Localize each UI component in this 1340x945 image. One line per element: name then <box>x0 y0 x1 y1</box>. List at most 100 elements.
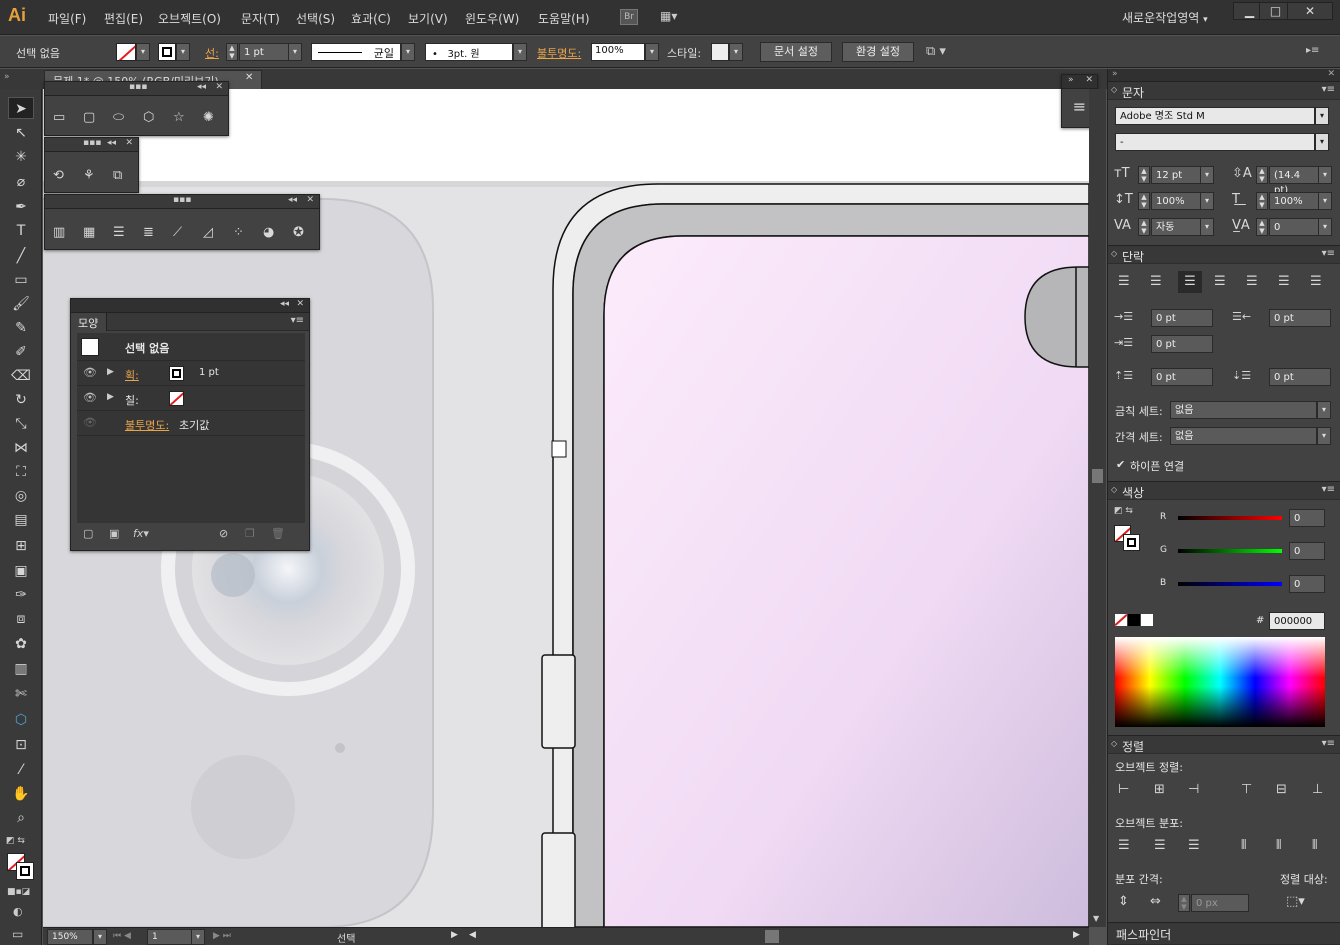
column-graph-tool-icon[interactable]: ▥ <box>8 658 34 680</box>
appearance-stroke-swatch[interactable] <box>169 366 184 381</box>
space-after-field[interactable]: 0 pt <box>1269 368 1331 386</box>
horizontal-scale-dropdown[interactable]: ▾ <box>1318 192 1332 210</box>
color-spectrum[interactable] <box>1115 637 1325 727</box>
font-style-field[interactable]: - <box>1115 133 1315 151</box>
align-left-icon[interactable]: ☰ <box>1118 274 1130 289</box>
kinsoku-select[interactable]: 없음 <box>1170 401 1317 419</box>
document-setup-button[interactable]: 문서 설정 <box>760 42 832 62</box>
graphic-style-dropdown[interactable]: ▾ <box>729 43 743 61</box>
status-menu-icon[interactable]: ▶ <box>451 930 458 940</box>
pathfinder-panel-header[interactable]: 패스파인더 <box>1108 922 1340 945</box>
artboard-dropdown[interactable]: ▾ <box>191 929 205 945</box>
white-swatch[interactable] <box>1141 614 1153 626</box>
align-panel-header[interactable]: ◇ 정렬 ▾≡ <box>1108 735 1340 754</box>
control-menu-icon[interactable]: ▸≡ <box>1306 45 1319 56</box>
font-style-dropdown[interactable]: ▾ <box>1315 133 1329 151</box>
menu-edit[interactable]: 편집(E) <box>104 10 143 27</box>
artboard-field[interactable]: 1 <box>147 929 193 945</box>
selection-tool-icon[interactable]: ➤ <box>8 97 34 119</box>
stroke-weight-stepper[interactable]: ▲ ▼ <box>226 43 238 61</box>
kerning-dropdown[interactable]: ▾ <box>1200 218 1214 236</box>
magic-wand-tool-icon[interactable]: ✳ <box>8 146 34 168</box>
add-effect-button[interactable]: fx▾ <box>133 527 149 540</box>
mojikumi-select[interactable]: 없음 <box>1170 427 1317 445</box>
twirl-icon[interactable]: ⚘ <box>83 168 95 183</box>
fill-dropdown[interactable]: ▾ <box>136 43 150 61</box>
arrange-documents-icon[interactable]: ▦▾ <box>660 9 688 25</box>
warp-icon[interactable]: ⟲ <box>53 168 64 183</box>
color-panel-header[interactable]: ◇ 색상 ▾≡ <box>1108 481 1340 500</box>
shape-builder-tool-icon[interactable]: ◎ <box>8 485 34 507</box>
area-graph-icon[interactable]: ◿ <box>203 225 213 240</box>
first-line-indent-field[interactable]: 0 pt <box>1151 335 1213 353</box>
document-tab-close-icon[interactable]: ✕ <box>245 72 253 83</box>
color-menu-icon[interactable]: ▾≡ <box>1322 484 1335 495</box>
menu-object[interactable]: 오브젝트(O) <box>158 10 221 27</box>
left-indent-field[interactable]: 0 pt <box>1151 309 1213 327</box>
menu-select[interactable]: 선택(S) <box>296 10 335 27</box>
line-tool-icon[interactable]: ╱ <box>8 245 34 267</box>
star-icon[interactable]: ☆ <box>173 110 185 125</box>
brush-select[interactable]: • 3pt. 원 <box>425 43 513 61</box>
r-field[interactable]: 0 <box>1289 509 1325 527</box>
hyphenate-checkbox[interactable]: ✔ <box>1116 458 1125 471</box>
blob-brush-tool-icon[interactable]: ✐ <box>8 341 34 363</box>
fill-expand-icon[interactable]: ▶ <box>107 392 114 402</box>
rectangle-icon[interactable]: ▭ <box>53 110 65 125</box>
horizontal-align-right-icon[interactable]: ⊣ <box>1188 782 1199 797</box>
black-swatch[interactable] <box>1128 614 1140 626</box>
crystallize-icon[interactable]: ⧉ <box>113 168 122 183</box>
menu-help[interactable]: 도움말(H) <box>538 10 590 27</box>
horizontal-distribute-center-icon[interactable]: ⫴ <box>1276 838 1281 853</box>
hand-tool-icon[interactable]: ✋ <box>8 783 34 805</box>
character-panel-header[interactable]: ◇ 문자 ▾≡ <box>1108 81 1340 100</box>
rounded-rectangle-icon[interactable]: ▢ <box>83 110 95 125</box>
justify-center-icon[interactable]: ☰ <box>1246 274 1258 289</box>
dock-collapse-icon[interactable]: » <box>1112 69 1118 79</box>
screen-mode-icon[interactable]: ▭ <box>12 927 23 941</box>
color-mode-icons[interactable]: ■▪◪ <box>7 887 30 897</box>
horizontal-distribute-right-icon[interactable]: ⫴ <box>1312 838 1317 853</box>
scale-tool-icon[interactable]: ⤡ <box>8 413 34 435</box>
leading-stepper[interactable]: ▲ ▼ <box>1256 166 1268 184</box>
appearance-fill-label[interactable]: 칠: <box>125 392 139 408</box>
paintbrush-tool-icon[interactable]: 🖌 <box>8 293 34 315</box>
stroke-label[interactable]: 선: <box>205 45 219 61</box>
add-fill-icon[interactable]: ▣ <box>109 527 119 540</box>
r-slider[interactable] <box>1178 516 1282 520</box>
character-menu-icon[interactable]: ▾≡ <box>1322 84 1335 95</box>
radar-graph-icon[interactable]: ✪ <box>293 225 304 240</box>
scroll-left-icon[interactable]: ◀ <box>469 930 476 940</box>
hex-field[interactable]: 000000 <box>1269 612 1325 630</box>
horizontal-scroll-thumb[interactable] <box>765 930 779 943</box>
free-transform-tool-icon[interactable]: ⛶ <box>8 461 34 483</box>
menu-effect[interactable]: 효과(C) <box>351 10 391 27</box>
workspace-switcher[interactable]: 새로운작업영역 ▾ <box>1122 9 1208 26</box>
mojikumi-dropdown[interactable]: ▾ <box>1317 427 1331 445</box>
vertical-scroll-thumb[interactable] <box>1092 469 1103 483</box>
font-family-dropdown[interactable]: ▾ <box>1315 107 1329 125</box>
zoom-field[interactable]: 150% <box>47 929 93 945</box>
direct-selection-tool-icon[interactable]: ↖ <box>8 122 34 144</box>
tracking-field[interactable]: 0 <box>1269 218 1319 236</box>
fill-swatch[interactable] <box>116 43 136 61</box>
dock-close-icon[interactable]: ✕ <box>1327 69 1335 79</box>
menu-view[interactable]: 보기(V) <box>408 10 448 27</box>
vertical-distribute-bottom-icon[interactable]: ☰ <box>1188 838 1200 853</box>
flare-icon[interactable]: ✺ <box>203 110 214 125</box>
justify-all-icon[interactable]: ☰ <box>1310 274 1322 289</box>
stacked-bar-graph-icon[interactable]: ≣ <box>143 225 154 240</box>
horizontal-distribute-left-icon[interactable]: ⫴ <box>1241 838 1246 853</box>
kinsoku-dropdown[interactable]: ▾ <box>1317 401 1331 419</box>
bridge-button[interactable]: Br <box>620 9 638 25</box>
vertical-scale-dropdown[interactable]: ▾ <box>1200 192 1214 210</box>
vertical-align-top-icon[interactable]: ⊤ <box>1241 782 1252 797</box>
fill-visibility-icon[interactable]: 👁 <box>83 391 97 404</box>
horizontal-scale-stepper[interactable]: ▲ ▼ <box>1256 192 1268 210</box>
none-swatch[interactable] <box>1115 614 1127 626</box>
opacity-row[interactable]: 👁 불투명도: 초기값 <box>77 412 305 436</box>
artboard-tool-icon[interactable]: ⊡ <box>8 734 34 756</box>
menu-type[interactable]: 문자(T) <box>241 10 280 27</box>
vertical-align-bottom-icon[interactable]: ⊥ <box>1312 782 1323 797</box>
eyedropper-alt-tool-icon[interactable]: ⁄ <box>8 759 34 781</box>
